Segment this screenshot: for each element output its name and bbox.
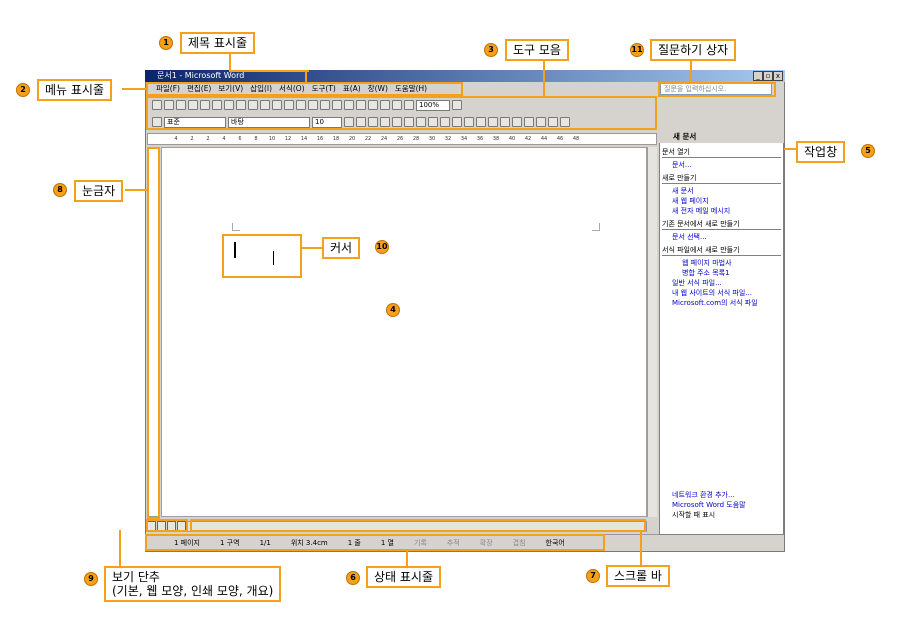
task-link[interactable]: 내 웹 사이트의 서식 파일... bbox=[660, 288, 783, 298]
ruler-number: 28 bbox=[412, 136, 420, 142]
vertical-scrollbar[interactable] bbox=[647, 147, 657, 517]
task-link[interactable]: 새 웹 페이지 bbox=[660, 196, 783, 206]
margin-mark bbox=[592, 223, 600, 231]
task-pane: 문서 열기 문서... 새로 만들기 새 문서 새 웹 페이지 새 전자 메일 … bbox=[659, 131, 784, 535]
task-link[interactable]: 문서... bbox=[660, 160, 783, 170]
ruler-number: 4 bbox=[222, 136, 226, 142]
ruler-number: 2 bbox=[190, 136, 194, 142]
status-highlight bbox=[145, 534, 605, 551]
ruler-number: 42 bbox=[524, 136, 532, 142]
show-at-startup-checkbox[interactable]: 시작할 때 표시 bbox=[660, 510, 783, 520]
callout-number: 4 bbox=[386, 303, 400, 317]
ruler-number: 48 bbox=[572, 136, 580, 142]
maximize-button[interactable]: ▫ bbox=[763, 71, 773, 81]
close-button[interactable]: x bbox=[773, 71, 783, 81]
cursor-highlight bbox=[222, 234, 302, 278]
ruler-number: 38 bbox=[492, 136, 500, 142]
task-link[interactable]: Microsoft Word 도움말 bbox=[660, 500, 783, 510]
task-section-header: 서식 파일에서 새로 만들기 bbox=[662, 246, 781, 256]
document-page[interactable] bbox=[161, 147, 647, 517]
callout-cursor: 커서 bbox=[322, 237, 361, 259]
callout-title-bar: 제목 표시줄 bbox=[180, 32, 256, 54]
ruler-number: 16 bbox=[316, 136, 324, 142]
callout-scrollbar: 스크롤 바 bbox=[606, 565, 670, 587]
scroll-highlight bbox=[190, 519, 646, 532]
ruler-number: 2 bbox=[206, 136, 210, 142]
task-link[interactable]: 문서 선택... bbox=[660, 232, 783, 242]
ruler-number: 6 bbox=[238, 136, 242, 142]
ruler-number: 24 bbox=[380, 136, 388, 142]
callout-view-buttons: 보기 단추 (기본, 웹 모양, 인쇄 모양, 개요) bbox=[104, 566, 282, 602]
ruler-number: 12 bbox=[284, 136, 292, 142]
ruler-number: 30 bbox=[428, 136, 436, 142]
ruler-number: 10 bbox=[268, 136, 276, 142]
task-pane-title: 새 문서 bbox=[659, 131, 784, 143]
callout-number: 9 bbox=[84, 572, 98, 586]
task-link[interactable]: 병합 주소 목록1 bbox=[660, 268, 783, 278]
callout-number: 6 bbox=[346, 571, 360, 585]
callout-number: 10 bbox=[375, 240, 389, 254]
ruler-number: 20 bbox=[348, 136, 356, 142]
callout-number: 5 bbox=[861, 144, 875, 158]
horizontal-ruler[interactable]: 4 2 2 4 6 8 10 12 14 16 18 20 22 24 26 2… bbox=[147, 133, 657, 145]
ruler-number: 34 bbox=[460, 136, 468, 142]
callout-number: 7 bbox=[586, 569, 600, 583]
ruler-number: 8 bbox=[254, 136, 258, 142]
ruler-number: 14 bbox=[300, 136, 308, 142]
ruler-number: 36 bbox=[476, 136, 484, 142]
window-title: 문서1 - Microsoft Word bbox=[157, 71, 245, 80]
task-link[interactable]: 웹 페이지 마법사 bbox=[660, 258, 783, 268]
callout-menu-bar: 메뉴 표시줄 bbox=[37, 79, 113, 101]
task-section-header: 문서 열기 bbox=[662, 148, 781, 158]
callout-ruler: 눈금자 bbox=[74, 180, 124, 202]
ruler-number: 4 bbox=[174, 136, 178, 142]
callout-number: 8 bbox=[53, 183, 67, 197]
task-link[interactable]: 네트워크 환경 추가... bbox=[660, 490, 783, 500]
ruler-number: 32 bbox=[444, 136, 452, 142]
ruler-number: 22 bbox=[364, 136, 372, 142]
callout-number: 2 bbox=[16, 83, 30, 97]
toolbar-highlight bbox=[146, 96, 657, 130]
task-link[interactable]: 새 전자 메일 메시지 bbox=[660, 206, 783, 216]
callout-number: 3 bbox=[484, 43, 498, 57]
task-section-header: 새로 만들기 bbox=[662, 174, 781, 184]
ruler-number: 46 bbox=[556, 136, 564, 142]
view-highlight bbox=[146, 519, 188, 532]
callout-question-box: 질문하기 상자 bbox=[650, 39, 737, 61]
callout-task-pane: 작업창 bbox=[796, 141, 846, 163]
ruler-number: 44 bbox=[540, 136, 548, 142]
ruler-number: 40 bbox=[508, 136, 516, 142]
task-section-header: 기존 문서에서 새로 만들기 bbox=[662, 220, 781, 230]
ruler-highlight bbox=[147, 147, 160, 519]
callout-status-bar: 상태 표시줄 bbox=[366, 566, 442, 588]
task-link[interactable]: 새 문서 bbox=[660, 186, 783, 196]
menu-highlight bbox=[146, 82, 463, 96]
ruler-number: 18 bbox=[332, 136, 340, 142]
callout-toolbar: 도구 모음 bbox=[505, 39, 569, 61]
task-link[interactable]: Microsoft.com의 서식 파일 bbox=[660, 298, 783, 308]
callout-number: 11 bbox=[630, 43, 644, 57]
ruler-number: 26 bbox=[396, 136, 404, 142]
task-link[interactable]: 일반 서식 파일... bbox=[660, 278, 783, 288]
minimize-button[interactable]: _ bbox=[753, 71, 763, 81]
callout-number: 1 bbox=[159, 36, 173, 50]
question-highlight bbox=[658, 82, 776, 97]
margin-mark bbox=[232, 223, 240, 231]
